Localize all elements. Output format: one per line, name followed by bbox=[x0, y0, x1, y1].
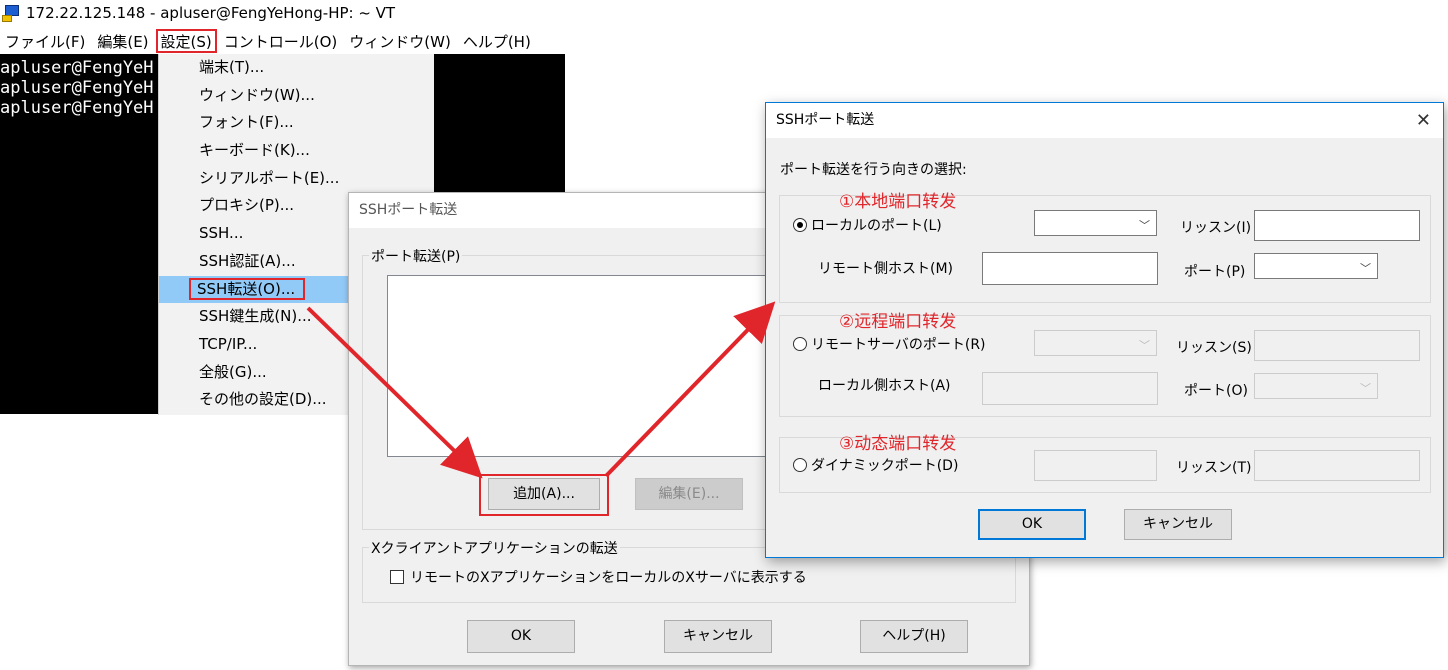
chevron-down-icon: ﹀ bbox=[1139, 339, 1150, 352]
dialog-title: SSHポート転送 bbox=[776, 112, 875, 128]
listen-label: リッスン(T) bbox=[1176, 460, 1252, 476]
menu-file[interactable]: ファイル(F) bbox=[0, 29, 90, 53]
cancel-button[interactable]: キャンセル bbox=[664, 620, 772, 653]
menu-help[interactable]: ヘルプ(H) bbox=[458, 29, 536, 53]
radio-label: ローカルのポート(L) bbox=[811, 218, 942, 234]
dynamic-listen-address-input[interactable] bbox=[1034, 450, 1157, 481]
dialog-title-bar: SSHポート転送 ✕ bbox=[766, 103, 1443, 138]
x-forwarding-option[interactable]: リモートのXアプリケーションをローカルのXサーバに表示する bbox=[390, 567, 807, 587]
local-host-label: ローカル側ホスト(A) bbox=[818, 378, 951, 394]
remote-port-radio[interactable] bbox=[793, 337, 807, 351]
menu-item-font[interactable]: フォント(F)... bbox=[159, 109, 434, 137]
annotation-local: ①本地端口转发 bbox=[839, 192, 957, 212]
x-forwarding-checkbox[interactable] bbox=[390, 570, 404, 584]
terminal-menubar: ファイル(F) 編集(E) 設定(S) コントロール(O) ウィンドウ(W) ヘ… bbox=[0, 28, 565, 54]
edit-button[interactable]: 編集(E)... bbox=[635, 478, 743, 510]
cancel-button[interactable]: キャンセル bbox=[1124, 509, 1232, 540]
menu-settings[interactable]: 設定(S) bbox=[155, 29, 217, 53]
dynamic-port-radio[interactable] bbox=[793, 458, 807, 472]
dynamic-port-option[interactable]: ダイナミックポート(D) bbox=[793, 455, 958, 475]
annotation-remote: ②远程端口转发 bbox=[839, 312, 957, 332]
listen-label: リッスン(I) bbox=[1180, 220, 1252, 236]
port-label: ポート(P) bbox=[1184, 264, 1246, 280]
menu-control[interactable]: コントロール(O) bbox=[219, 29, 343, 53]
checkbox-label: リモートのXアプリケーションをローカルのXサーバに表示する bbox=[410, 570, 807, 586]
chevron-down-icon: ﹀ bbox=[1360, 262, 1371, 275]
remote-host-label: リモート側ホスト(M) bbox=[818, 261, 954, 277]
terminal-title: 172.22.125.148 - apluser@FengYeHong-HP: … bbox=[26, 4, 396, 22]
menu-item-terminal[interactable]: 端末(T)... bbox=[159, 54, 434, 82]
menu-edit[interactable]: 編集(E) bbox=[92, 29, 153, 53]
menu-item-window[interactable]: ウィンドウ(W)... bbox=[159, 82, 434, 110]
help-button[interactable]: ヘルプ(H) bbox=[860, 620, 968, 653]
group-label: ポート転送(P) bbox=[369, 246, 463, 266]
direction-prompt: ポート転送を行う向きの選択: bbox=[780, 162, 967, 178]
highlight-box bbox=[479, 474, 609, 516]
remote-host-input[interactable] bbox=[982, 252, 1158, 285]
menu-item-ssh-forwarding-label: SSH転送(O)... bbox=[189, 277, 306, 300]
group-label: Xクライアントアプリケーションの転送 bbox=[369, 538, 620, 558]
teraterm-icon bbox=[2, 4, 20, 22]
listen-label: リッスン(S) bbox=[1176, 340, 1252, 356]
remote-port-select[interactable]: ﹀ bbox=[1254, 253, 1378, 279]
menu-item-serial-port[interactable]: シリアルポート(E)... bbox=[159, 165, 434, 193]
terminal-titlebar: 172.22.125.148 - apluser@FengYeHong-HP: … bbox=[0, 0, 565, 26]
remote-listen-address-select[interactable]: ﹀ bbox=[1034, 330, 1157, 356]
chevron-down-icon: ﹀ bbox=[1139, 219, 1150, 232]
local-listen-address-select[interactable]: ﹀ bbox=[1034, 210, 1157, 236]
ok-button[interactable]: OK bbox=[467, 620, 575, 653]
remote-port-option[interactable]: リモートサーバのポート(R) bbox=[793, 334, 986, 354]
local-port-radio[interactable] bbox=[793, 218, 807, 232]
local-listen-port-input[interactable] bbox=[1254, 210, 1420, 241]
radio-label: リモートサーバのポート(R) bbox=[811, 337, 986, 353]
dynamic-listen-port-input[interactable] bbox=[1254, 450, 1420, 481]
port-label: ポート(O) bbox=[1184, 383, 1248, 399]
ok-button[interactable]: OK bbox=[978, 509, 1086, 540]
radio-label: ダイナミックポート(D) bbox=[811, 458, 959, 474]
local-port-option[interactable]: ローカルのポート(L) bbox=[793, 215, 942, 235]
close-icon[interactable]: ✕ bbox=[1416, 103, 1431, 138]
remote-listen-port-input[interactable] bbox=[1254, 330, 1420, 361]
menu-window[interactable]: ウィンドウ(W) bbox=[344, 29, 456, 53]
local-port-select[interactable]: ﹀ bbox=[1254, 373, 1378, 399]
local-host-input[interactable] bbox=[982, 372, 1158, 405]
chevron-down-icon: ﹀ bbox=[1360, 382, 1371, 395]
port-forward-direction-dialog: SSHポート転送 ✕ ポート転送を行う向きの選択: ①本地端口转发 ローカルのポ… bbox=[765, 102, 1444, 558]
annotation-dynamic: ③动态端口转发 bbox=[839, 434, 957, 454]
menu-item-keyboard[interactable]: キーボード(K)... bbox=[159, 137, 434, 165]
